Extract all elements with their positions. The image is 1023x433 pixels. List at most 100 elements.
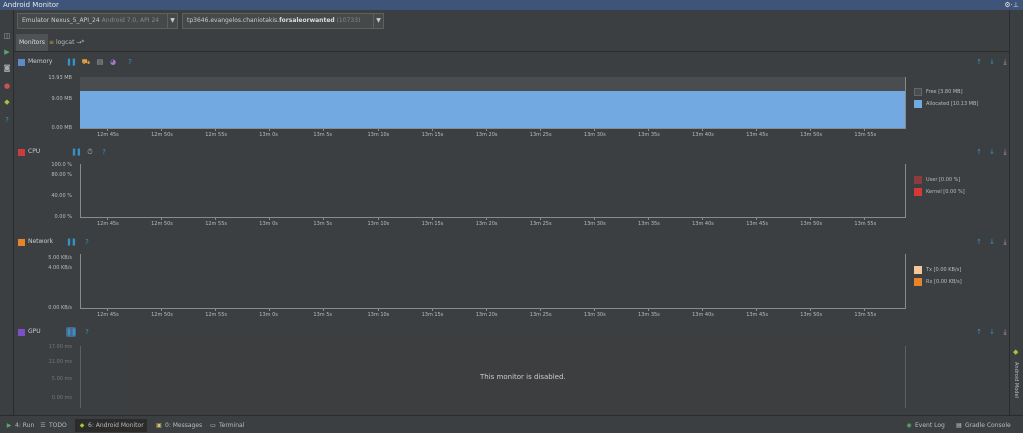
- device-dropdown[interactable]: Emulator Nexus_5_API_24 Android 7.0, API…: [17, 13, 178, 29]
- android-model-icon[interactable]: ◆: [1013, 348, 1018, 356]
- gpu-disabled-message: This monitor is disabled.: [480, 373, 566, 381]
- legend-swatch-tx: [914, 265, 922, 274]
- x-tick-mark: [431, 308, 433, 311]
- help-icon[interactable]: ?: [82, 237, 92, 247]
- arrow-down-icon[interactable]: ↓: [987, 327, 997, 337]
- legend-label-kernel: Kernel [0.00 %]: [926, 189, 965, 195]
- x-tick-label: 12m 45s: [97, 312, 119, 318]
- logcat-icon: ≡: [49, 39, 55, 46]
- x-tick-mark: [377, 308, 379, 311]
- gpu-ytick: 0.00 ms: [51, 395, 72, 401]
- android-monitor-tool-button[interactable]: ◆ 6: Android Monitor: [75, 419, 147, 432]
- pause-button[interactable]: ❚❚: [71, 147, 82, 157]
- run-tool-button[interactable]: ▶ 4: Run: [2, 419, 37, 432]
- device-name: Emulator Nexus_5_API_24: [22, 17, 100, 24]
- x-tick-mark: [485, 308, 487, 311]
- bottom-tool-bar: ▶ 4: Run ☰ TODO ◆ 6: Android Monitor ▣ 0: Me…: [0, 415, 1023, 433]
- memory-plot: 13.93 MB 9.00 MB 0.00 MB Free [3.80 MB] …: [14, 70, 1009, 144]
- window-controls[interactable]: ⚙·⊥: [1004, 0, 1019, 10]
- legend-item-kernel: Kernel [0.00 %]: [914, 187, 965, 197]
- x-tick-mark: [756, 308, 758, 311]
- device-detail: Android 7.0, API 24: [99, 17, 160, 24]
- legend-item-free: Free [3.80 MB]: [914, 87, 963, 97]
- run-icon[interactable]: ▶: [3, 48, 11, 56]
- terminal-tool-label: Terminal: [219, 422, 245, 429]
- x-tick-mark: [323, 217, 325, 220]
- pause-button[interactable]: ❚❚: [66, 327, 77, 337]
- terminal-tool-button[interactable]: ▭ Terminal: [206, 419, 247, 432]
- cpu-ytick: 40.00 %: [51, 193, 72, 199]
- download-icon[interactable]: ⤓: [1000, 57, 1010, 67]
- arrow-down-icon[interactable]: ↓: [987, 237, 997, 247]
- legend-swatch-rx: [914, 277, 922, 286]
- memory-ytick: 0.00 MB: [51, 125, 72, 131]
- help-icon[interactable]: ?: [125, 57, 135, 67]
- arrow-up-icon[interactable]: ↑: [974, 57, 984, 67]
- cpu-ytick: 80.00 %: [51, 172, 72, 178]
- terminal-icon: ▭: [210, 422, 216, 429]
- memory-allocated-area: [80, 90, 906, 128]
- arrow-up-icon[interactable]: ↑: [974, 147, 984, 157]
- screenshot-icon[interactable]: ◫: [3, 32, 11, 40]
- gc-button[interactable]: ⛟: [81, 57, 91, 67]
- arrow-up-icon[interactable]: ↑: [974, 327, 984, 337]
- arrow-down-icon[interactable]: ↓: [987, 57, 997, 67]
- x-tick-label: 13m 0s: [259, 221, 278, 227]
- gradle-console-icon: ▤: [956, 422, 962, 429]
- monitor-tabs: Monitors ≡ logcat →*: [14, 32, 1009, 52]
- download-icon[interactable]: ⤓: [1000, 327, 1010, 337]
- chevron-down-icon[interactable]: ▼: [373, 14, 383, 28]
- memory-header: Memory ❚❚ ⛟ ▤ ◕ ? ↑ ↓ ⤓: [14, 56, 1009, 69]
- pause-button[interactable]: ❚❚: [66, 237, 77, 247]
- stop-icon[interactable]: ●: [3, 82, 11, 90]
- arrow-up-icon[interactable]: ↑: [974, 237, 984, 247]
- cpu-header: CPU ❚❚ ⏱ ? ↑ ↓ ⤓: [14, 146, 1009, 159]
- android-icon[interactable]: ◆: [3, 98, 11, 106]
- todo-tool-button[interactable]: ☰ TODO: [36, 419, 70, 432]
- x-tick-mark: [702, 217, 704, 220]
- x-tick-mark: [702, 308, 704, 311]
- x-tick-label: 13m 5s: [313, 132, 332, 138]
- dump-heap-button[interactable]: ▤: [95, 57, 105, 67]
- android-model-tab[interactable]: Android Model: [1013, 362, 1019, 398]
- help-icon[interactable]: ?: [82, 327, 92, 337]
- gradle-console-tool-label: Gradle Console: [965, 422, 1011, 429]
- x-tick-mark: [161, 217, 163, 220]
- window-title: Android Monitor: [3, 1, 59, 9]
- legend-label-rx: Rx [0.00 KB/s]: [926, 279, 962, 285]
- messages-tool-button[interactable]: ▣ 0: Messages: [152, 419, 205, 432]
- run-tool-label: 4: Run: [15, 422, 35, 429]
- tab-monitors[interactable]: Monitors: [16, 34, 48, 51]
- tab-logcat[interactable]: ≡ logcat →*: [46, 34, 87, 51]
- x-tick-mark: [648, 128, 649, 131]
- legend-swatch-kernel: [914, 187, 922, 196]
- chevron-down-icon[interactable]: ▼: [167, 14, 177, 28]
- arrow-down-icon[interactable]: ↓: [987, 147, 997, 157]
- download-icon[interactable]: ⤓: [1000, 147, 1010, 157]
- event-log-tool-button[interactable]: ◉ Event Log: [902, 419, 948, 432]
- x-tick-label: 13m 10s: [367, 312, 390, 318]
- x-tick-mark: [215, 217, 217, 220]
- cpu-monitor: CPU ❚❚ ⏱ ? ↑ ↓ ⤓ 100.0 % 80.00 % 40.00 %…: [14, 146, 1009, 234]
- layout-inspector-icon[interactable]: ◙: [3, 64, 11, 72]
- x-tick-mark: [323, 128, 325, 131]
- x-tick-label: 13m 5s: [313, 312, 332, 318]
- download-icon[interactable]: ⤓: [1000, 237, 1010, 247]
- x-tick-mark: [810, 128, 812, 131]
- x-tick-label: 13m 55s: [854, 221, 877, 227]
- gradle-console-tool-button[interactable]: ▤ Gradle Console: [952, 419, 1014, 432]
- gear-icon[interactable]: ⚙: [1004, 1, 1010, 9]
- cpu-right-edge: [905, 164, 906, 218]
- help-icon[interactable]: ?: [3, 116, 11, 124]
- process-dropdown[interactable]: tp3646.evangelos.chaniotakis.forsaleorwa…: [182, 13, 384, 29]
- network-icon: [18, 239, 25, 246]
- x-tick-mark: [756, 128, 758, 131]
- allocation-tracker-button[interactable]: ◕: [108, 57, 118, 67]
- x-tick-label: 13m 25s: [529, 312, 552, 318]
- minimize-icon[interactable]: ⊥: [1013, 1, 1019, 9]
- pause-button[interactable]: ❚❚: [66, 57, 77, 67]
- method-trace-button[interactable]: ⏱: [85, 147, 95, 157]
- help-icon[interactable]: ?: [99, 147, 109, 157]
- network-y-axis: [80, 254, 81, 308]
- x-tick-mark: [431, 128, 433, 131]
